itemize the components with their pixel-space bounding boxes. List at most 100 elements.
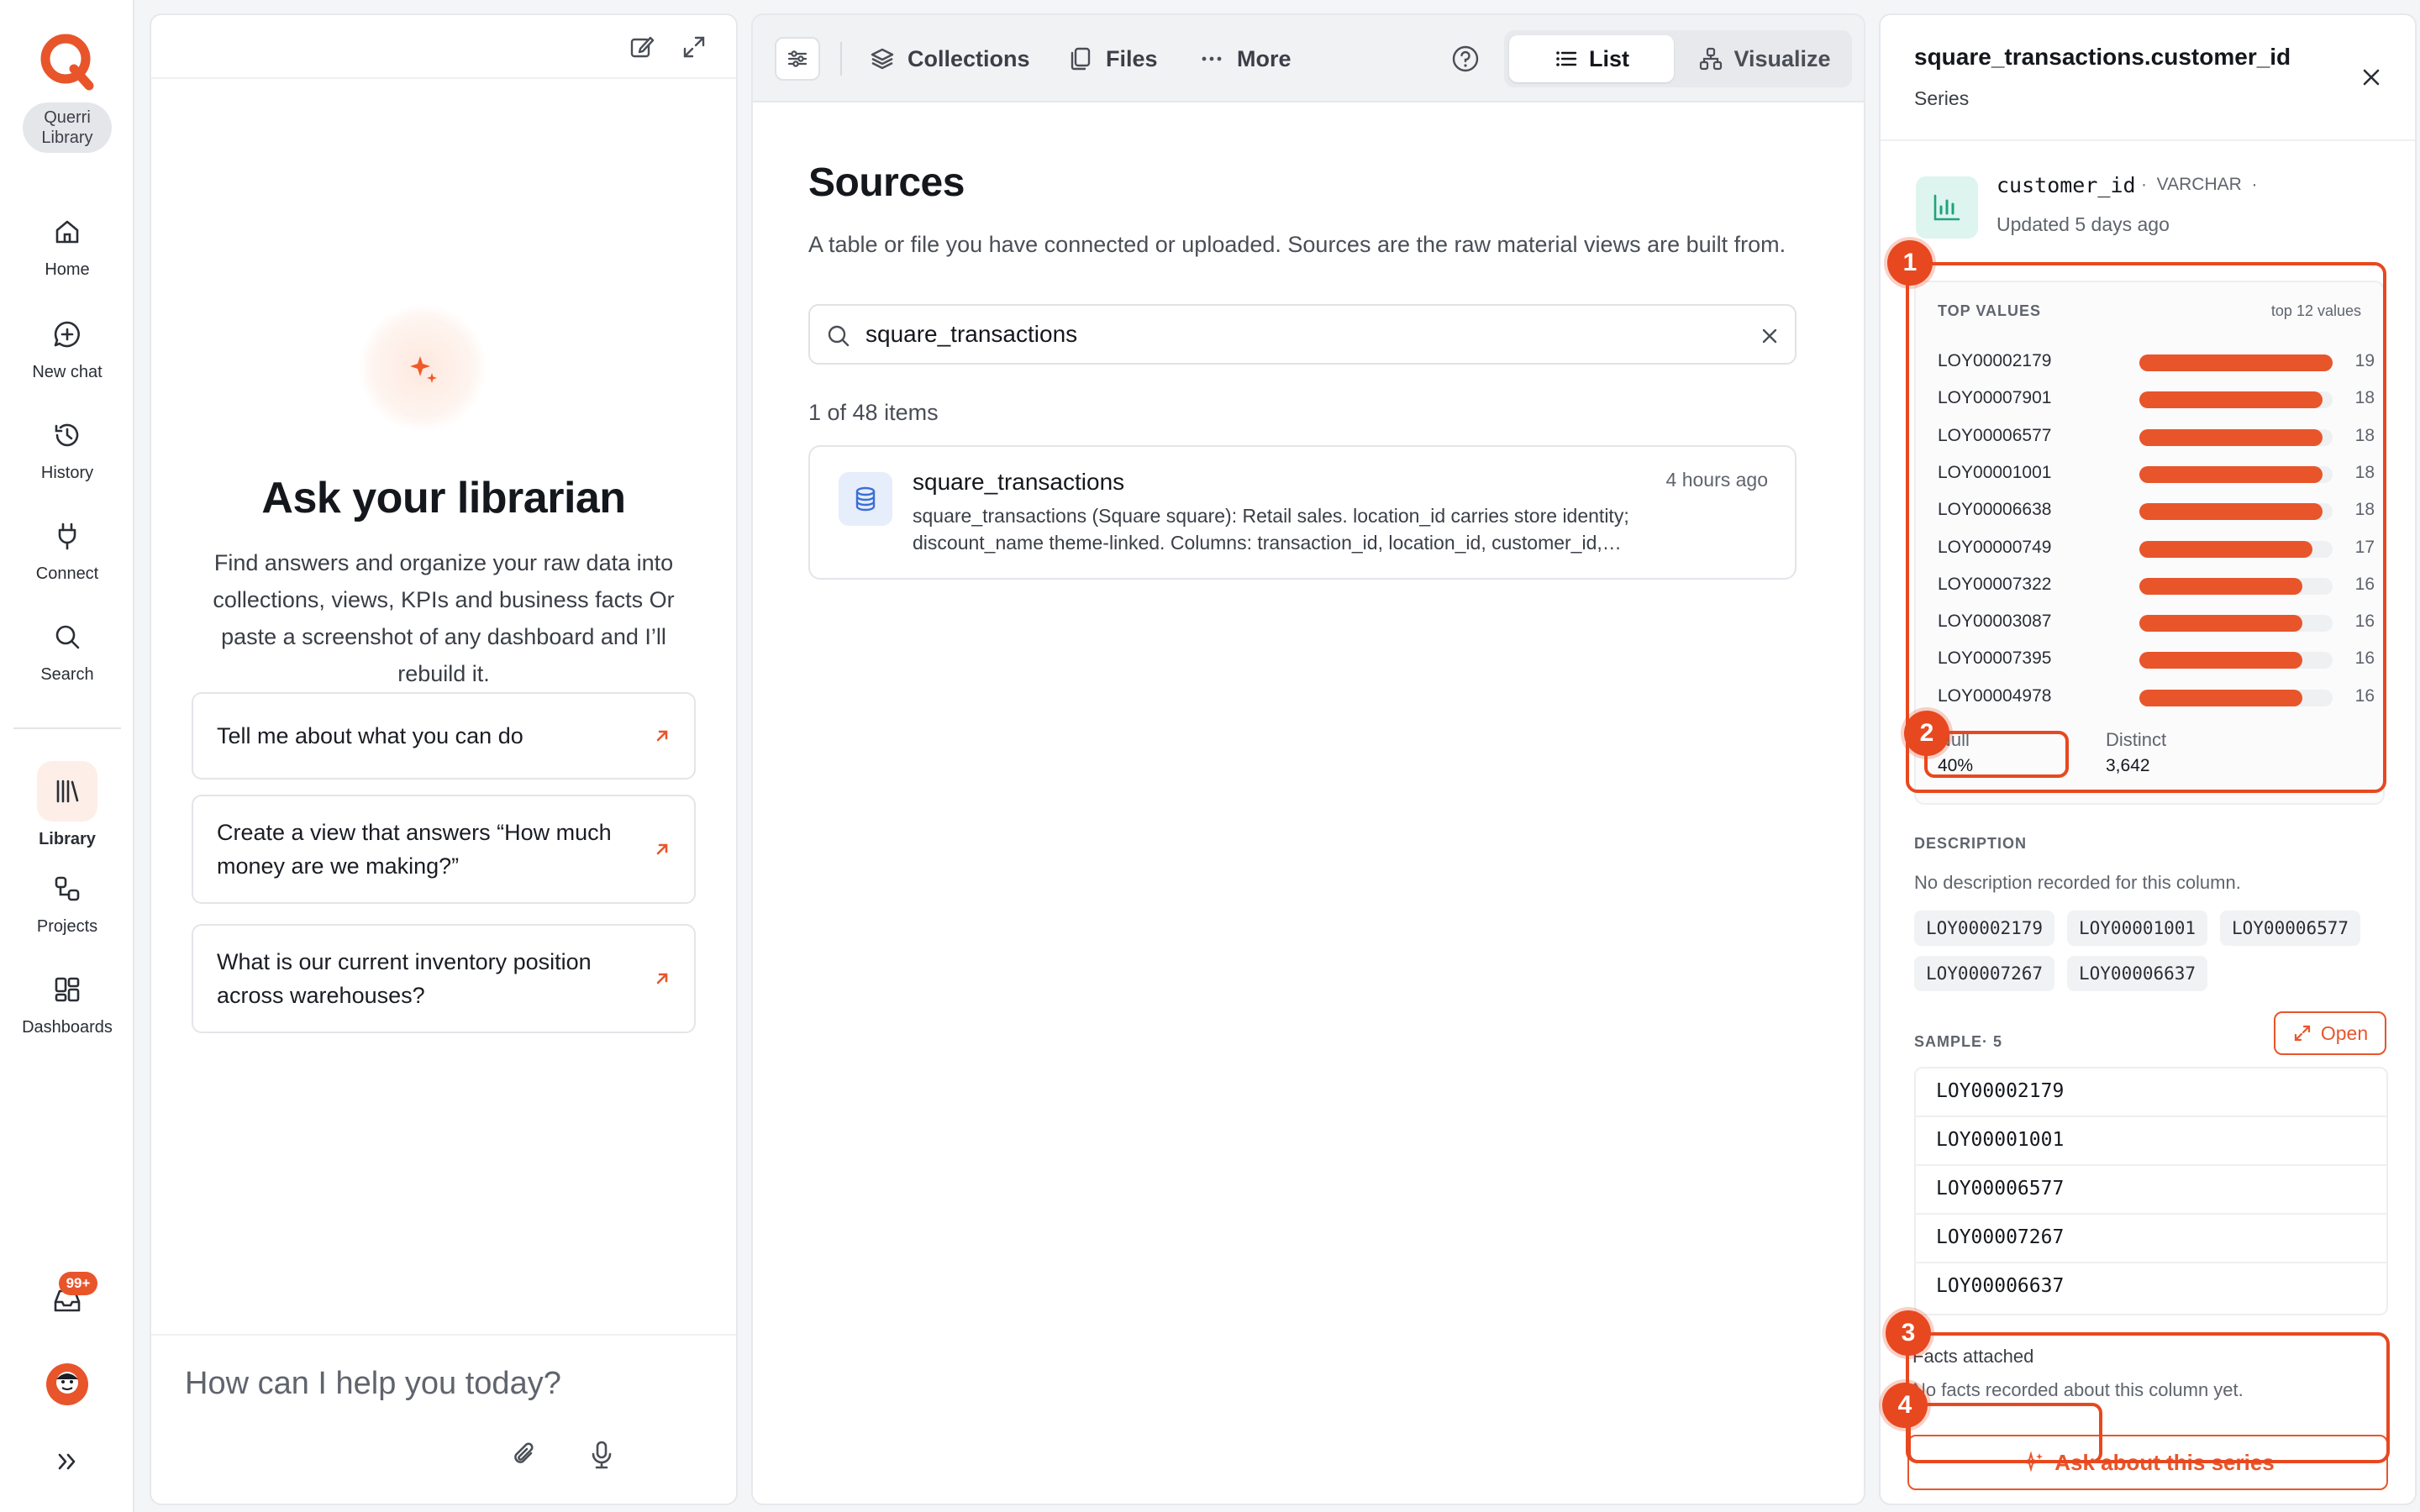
library-icon-wrap (37, 761, 97, 822)
sources-search-input[interactable]: square_transactions (808, 304, 1797, 365)
search-icon (55, 625, 80, 649)
source-description-line: square_transactions (Square square): Ret… (913, 505, 1629, 527)
collections-button[interactable]: Collections (869, 42, 1030, 76)
help-icon[interactable] (1450, 44, 1481, 74)
user-avatar[interactable] (45, 1362, 89, 1406)
items-count: 1 of 48 items (808, 400, 939, 425)
highlight-box (1907, 1403, 2102, 1463)
value-chip[interactable]: LOY00001001 (2067, 911, 2208, 946)
files-icon (1071, 47, 1091, 71)
suggestion-card[interactable]: Create a view that answers “How much mon… (192, 795, 696, 904)
page-title: Sources (808, 160, 965, 205)
chat-divider (151, 1334, 736, 1336)
database-icon (855, 486, 876, 512)
arrow-up-right-icon (656, 730, 668, 742)
open-sample-button[interactable]: Open (2274, 1011, 2386, 1055)
suggestion-text: What is our current inventory position a… (217, 949, 592, 1008)
value-chip[interactable]: LOY00007267 (1914, 956, 2055, 991)
chat-title: Ask your librarian (261, 474, 626, 522)
value-chip[interactable]: LOY00006577 (2220, 911, 2361, 946)
column-type: · VARCHAR · (2141, 175, 2258, 194)
value-chip[interactable]: LOY00006637 (2067, 956, 2208, 991)
sample-row: LOY00001001 (1916, 1117, 2386, 1166)
nav-connect[interactable]: Connect (0, 519, 134, 603)
sources-panel: Collections Files More List Visualize So… (751, 13, 1865, 1505)
source-card[interactable]: square_transactions 4 hours ago square_t… (808, 445, 1797, 580)
chat-plus-icon (54, 321, 80, 348)
close-icon[interactable] (2360, 66, 2383, 89)
sparkle-icon (410, 356, 437, 383)
description-label: DESCRIPTION (1914, 835, 2028, 852)
suggestion-card[interactable]: Tell me about what you can do (192, 692, 696, 780)
sample-row: LOY00006577 (1916, 1166, 2386, 1215)
clear-search-icon[interactable] (1758, 324, 1781, 348)
nav-home[interactable]: Home (0, 215, 134, 299)
view-toggle: List Visualize (1504, 30, 1852, 87)
source-timestamp: 4 hours ago (1665, 469, 1768, 491)
layers-icon (871, 48, 894, 70)
annotation-marker: 3 (1886, 1310, 1931, 1356)
paperclip-icon[interactable] (508, 1438, 541, 1472)
sample-label: SAMPLE· 5 (1914, 1033, 2003, 1050)
sample-row: LOY00002179 (1916, 1068, 2386, 1117)
value-chip[interactable]: LOY00002179 (1914, 911, 2055, 946)
expand-icon[interactable] (681, 34, 708, 60)
chat-header (151, 15, 736, 79)
nav-library[interactable]: Library (0, 761, 134, 848)
collections-label: Collections (908, 45, 1030, 71)
highlight-box (1906, 262, 2386, 793)
microphone-icon[interactable] (585, 1438, 618, 1472)
open-label: Open (2320, 1021, 2369, 1044)
home-icon (55, 220, 79, 244)
nav-search-label: Search (40, 665, 94, 684)
filters-button[interactable] (775, 37, 820, 81)
files-label: Files (1106, 45, 1158, 71)
more-label: More (1237, 45, 1292, 71)
more-button[interactable]: More (1198, 42, 1292, 76)
nav-connect-label: Connect (35, 564, 99, 583)
search-value: square_transactions (865, 321, 1078, 347)
nav-dashboards[interactable]: Dashboards (0, 973, 134, 1057)
library-pill[interactable]: Querri Library (23, 102, 112, 153)
querri-logo[interactable] (37, 30, 97, 91)
suggestion-card[interactable]: What is our current inventory position a… (192, 924, 696, 1033)
history-icon (55, 423, 79, 447)
view-visualize-button[interactable]: Visualize (1682, 35, 1847, 82)
description-text: No description recorded for this column. (1914, 872, 2241, 893)
files-button[interactable]: Files (1067, 42, 1158, 76)
column-type-value: VARCHAR (2156, 175, 2242, 194)
nav-new-chat[interactable]: New chat (0, 318, 134, 402)
column-icon-wrap (1916, 176, 1978, 239)
column-name: customer_id (1996, 173, 2136, 197)
nav-divider (13, 727, 121, 729)
annotation-marker: 1 (1887, 240, 1933, 286)
suggestion-text: Create a view that answers “How much mon… (217, 820, 612, 879)
sample-row: LOY00006637 (1936, 1275, 2065, 1297)
page-subtitle: A table or file you have connected or up… (808, 232, 1786, 257)
left-nav: Querri Library Home New chat History Con… (0, 0, 134, 1512)
arrow-up-right-icon (656, 843, 668, 855)
search-icon (828, 325, 850, 347)
column-updated: Updated 5 days ago (1996, 213, 2170, 235)
nav-search[interactable]: Search (0, 620, 134, 704)
chat-subtitle: Find answers and organize your raw data … (213, 550, 675, 686)
arrow-up-right-icon (656, 973, 668, 984)
sample-list: LOY00002179 LOY00001001 LOY00006577 LOY0… (1914, 1067, 2388, 1315)
source-name: square_transactions (913, 469, 1125, 495)
sliders-icon (787, 50, 808, 67)
nav-history[interactable]: History (0, 418, 134, 502)
edit-icon[interactable] (629, 34, 655, 60)
expand-nav-icon[interactable] (54, 1448, 81, 1475)
view-list-button[interactable]: List (1509, 35, 1674, 82)
nav-library-label: Library (39, 830, 96, 848)
list-icon (1556, 51, 1577, 66)
nav-projects[interactable]: Projects (0, 872, 134, 956)
view-visualize-label: Visualize (1733, 45, 1831, 71)
annotation-marker: 4 (1882, 1383, 1928, 1428)
chat-input[interactable]: How can I help you today? (185, 1366, 689, 1402)
nav-home-label: Home (45, 260, 90, 279)
source-description-line: discount_name theme-linked. Columns: tra… (913, 532, 1622, 554)
more-dots-icon (1202, 56, 1222, 61)
nav-dashboards-label: Dashboards (22, 1018, 113, 1037)
details-title: square_transactions.customer_id (1914, 44, 2291, 70)
